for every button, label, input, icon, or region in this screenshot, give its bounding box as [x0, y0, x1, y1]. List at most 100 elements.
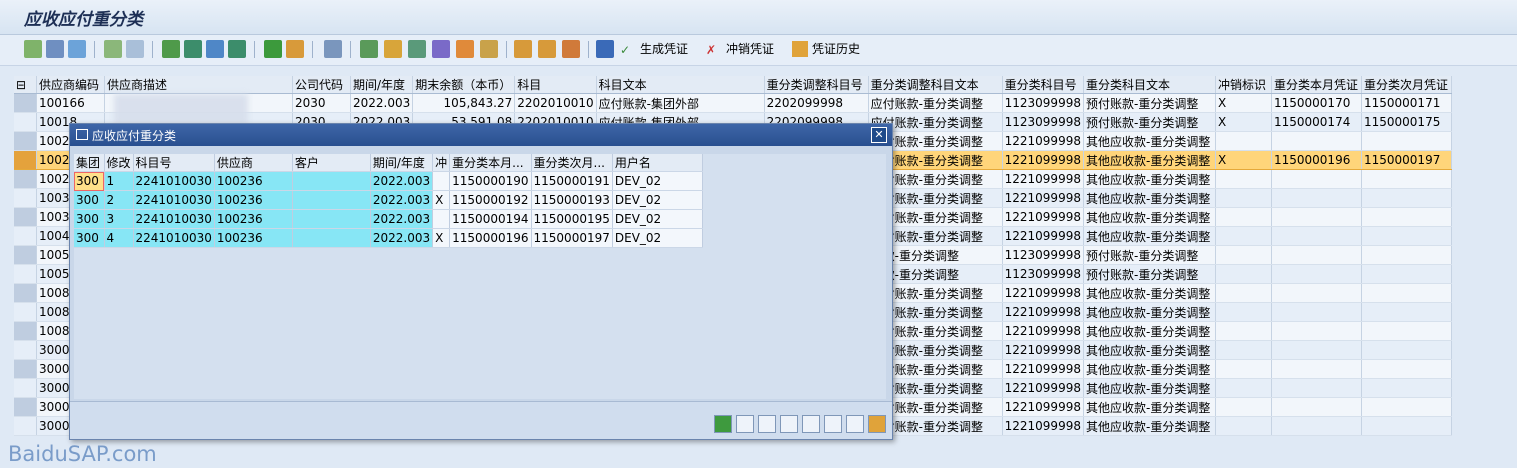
dialog-row[interactable]: 300 1 2241010030 100236 2022.003 1150000190 11… [74, 171, 703, 191]
generate-voucher-button[interactable]: ✓ 生成凭证 [620, 40, 688, 58]
table-cell [1271, 340, 1362, 360]
column-header[interactable]: 重分类调整科目文本 [868, 76, 1003, 94]
row-selector[interactable] [14, 359, 37, 379]
deselect-all-icon[interactable] [126, 40, 144, 58]
row-selector[interactable] [14, 321, 37, 341]
column-header[interactable]: 重分类调整科目号 [764, 76, 869, 94]
dialog-column-header[interactable]: 供应商 [214, 154, 293, 172]
table-cell: 其他应收款-重分类调整 [1083, 397, 1216, 417]
row-selector[interactable] [14, 93, 37, 113]
row-selector[interactable] [14, 397, 37, 417]
layout-icon[interactable] [514, 40, 532, 58]
column-header[interactable]: 重分类科目文本 [1083, 76, 1216, 94]
filter-icon[interactable] [206, 40, 224, 58]
row-selector[interactable] [14, 264, 37, 284]
column-header[interactable]: 期间/年度 [350, 76, 414, 94]
row-selector[interactable] [14, 226, 37, 246]
print-icon[interactable] [324, 40, 342, 58]
dialog-title-bar: 应收应付重分类 ✕ [70, 124, 892, 146]
column-header[interactable]: 公司代码 [292, 76, 351, 94]
column-header[interactable]: 科目 [514, 76, 597, 94]
dialog-row[interactable]: 300 2 2241010030 100236 2022.003 X 1150000192 1… [74, 190, 703, 210]
table-cell [1361, 416, 1452, 436]
column-header[interactable]: 期末余额（本币） [412, 76, 516, 94]
dialog-column-header[interactable]: 用户名 [612, 154, 703, 172]
print-icon[interactable] [846, 415, 864, 433]
dialog-column-header[interactable]: 重分类次月... [531, 154, 613, 172]
filter-icon[interactable] [824, 415, 842, 433]
row-selector[interactable] [14, 112, 37, 132]
dialog-column-header[interactable]: 客户 [292, 154, 371, 172]
sum-icon[interactable] [264, 40, 282, 58]
row-selector[interactable] [14, 283, 37, 303]
dialog-column-header[interactable]: 集团 [74, 154, 105, 172]
sort-ascending-icon[interactable] [162, 40, 180, 58]
row-selector[interactable] [14, 131, 37, 151]
table-cell [1361, 264, 1452, 284]
word-processing-icon[interactable] [408, 40, 426, 58]
details-icon[interactable] [24, 40, 42, 58]
column-header[interactable]: 重分类次月凭证 [1361, 76, 1452, 94]
dialog-column-header[interactable]: 重分类本月... [449, 154, 532, 172]
sort-descending-icon[interactable] [780, 415, 798, 433]
abc-analysis-icon[interactable] [432, 40, 450, 58]
row-selector[interactable] [14, 378, 37, 398]
layout-select-icon[interactable] [538, 40, 556, 58]
chart-icon[interactable] [480, 40, 498, 58]
column-header[interactable]: 供应商编码 [36, 76, 105, 94]
row-selector[interactable] [14, 245, 37, 265]
select-all-cell[interactable]: ⊟ [14, 76, 37, 94]
find-icon[interactable] [736, 415, 754, 433]
sort-descending-icon[interactable] [184, 40, 202, 58]
export-icon[interactable] [360, 40, 378, 58]
graphic-icon[interactable] [456, 40, 474, 58]
layout-icon[interactable] [868, 415, 886, 433]
reverse-voucher-button[interactable]: ✗ 冲销凭证 [706, 40, 774, 58]
table-cell [1215, 245, 1272, 265]
dialog-cell: 2241010030 [133, 228, 215, 248]
close-icon[interactable]: ✕ [871, 127, 887, 143]
reclass-dialog: 应收应付重分类 ✕ 集团 修改 科目号 供应商 客户 期间/年度冲重分类本月... 重分类次… [69, 123, 893, 440]
row-selector[interactable] [14, 207, 37, 227]
row-selector[interactable] [14, 340, 37, 360]
voucher-history-button[interactable]: 凭证历史 [792, 40, 860, 58]
refresh-icon[interactable] [68, 40, 86, 58]
dialog-column-header[interactable]: 科目号 [133, 154, 215, 172]
column-header[interactable]: 重分类科目号 [1002, 76, 1084, 94]
dialog-cell [292, 171, 371, 191]
column-header[interactable]: 科目文本 [596, 76, 765, 94]
dialog-row[interactable]: 300 4 2241010030 100236 2022.003 X 1150000196 1… [74, 228, 703, 248]
column-header[interactable]: 重分类本月凭证 [1271, 76, 1362, 94]
table-cell [1271, 131, 1362, 151]
table-cell: 1221099998 [1002, 340, 1084, 360]
table-icon[interactable] [46, 40, 64, 58]
send-icon[interactable] [384, 40, 402, 58]
dialog-row[interactable]: 300 3 2241010030 100236 2022.003 1150000194 11… [74, 209, 703, 229]
table-cell [1271, 359, 1362, 379]
column-header[interactable]: 供应商描述 [104, 76, 293, 94]
row-selector[interactable] [14, 188, 37, 208]
filter-delete-icon[interactable] [228, 40, 246, 58]
find-next-icon[interactable] [802, 415, 820, 433]
dialog-cell: 300 [74, 228, 105, 248]
dialog-cell: 2241010030 [133, 209, 215, 229]
dialog-cell [292, 228, 371, 248]
select-all-icon[interactable] [104, 40, 122, 58]
subtotal-icon[interactable] [286, 40, 304, 58]
column-header[interactable]: 冲销标识 [1215, 76, 1272, 94]
table-cell: 1221099998 [1002, 207, 1084, 227]
table-cell [1361, 397, 1452, 417]
table-cell: 1150000170 [1271, 93, 1362, 113]
title-bar: 应收应付重分类 [0, 0, 1517, 35]
row-selector[interactable] [14, 302, 37, 322]
confirm-icon[interactable] [714, 415, 732, 433]
row-selector[interactable] [14, 150, 37, 170]
layout-save-icon[interactable] [562, 40, 580, 58]
row-selector[interactable] [14, 169, 37, 189]
dialog-column-header[interactable]: 修改 [104, 154, 134, 172]
info-icon[interactable] [596, 40, 614, 58]
dialog-column-header[interactable]: 冲 [432, 154, 451, 172]
dialog-column-header[interactable]: 期间/年度 [370, 154, 434, 172]
row-selector[interactable] [14, 416, 37, 436]
sort-ascending-icon[interactable] [758, 415, 776, 433]
